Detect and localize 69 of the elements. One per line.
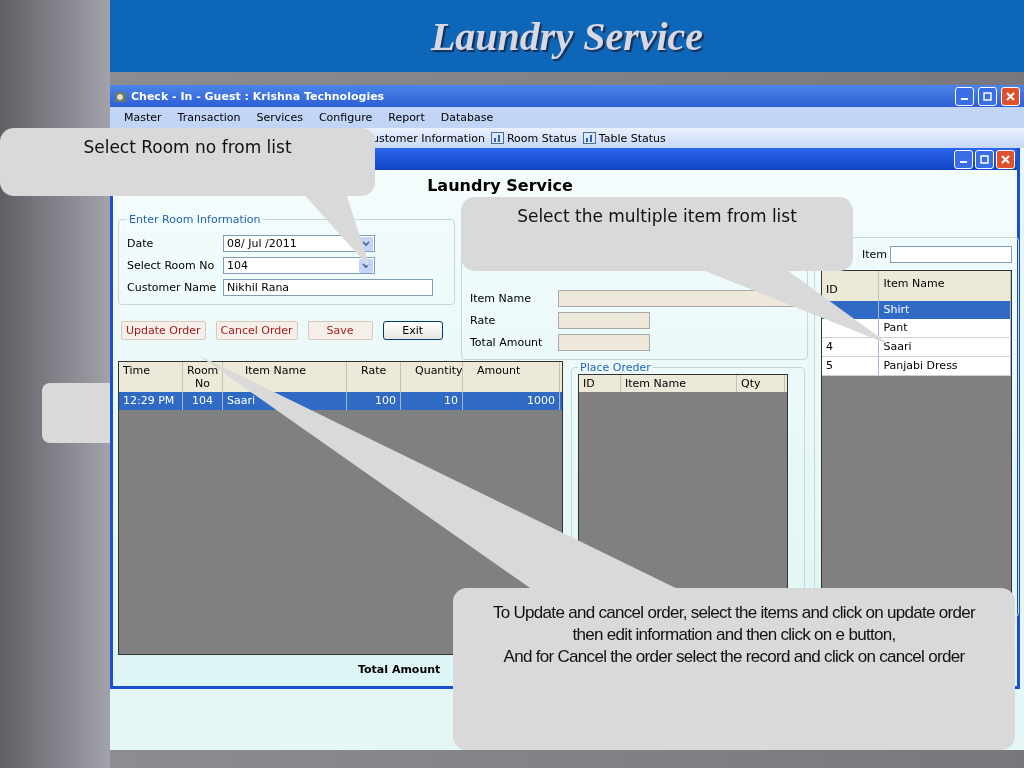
menu-item[interactable]: Services	[250, 111, 309, 124]
field-label: Item Name	[470, 292, 532, 305]
table-cell: 10	[401, 392, 463, 410]
maximize-icon	[983, 91, 992, 101]
total-amount-label: Total Amount	[358, 663, 442, 676]
menu-item[interactable]: Transaction	[171, 111, 247, 124]
column-header[interactable]: Qty	[737, 375, 785, 392]
list-row[interactable]: 5 Panjabi Dress	[822, 357, 1011, 376]
minimize-icon	[960, 160, 967, 163]
minimize-button[interactable]	[954, 149, 973, 169]
close-button[interactable]	[996, 149, 1015, 169]
chart-icon	[490, 132, 504, 144]
callout-text: Select the multiple item from list	[516, 206, 798, 226]
list-row[interactable]: Shirt	[822, 301, 1011, 319]
table-cell: Panjabi Dress	[879, 357, 1011, 375]
form-heading: Laundry Service	[426, 177, 574, 194]
list-row[interactable]: 4 Saari	[822, 338, 1011, 357]
toolbar-item[interactable]: ustomer Information	[372, 131, 485, 145]
close-icon	[1001, 154, 1010, 164]
table-row[interactable]: 12:29 PM 104 Saari 100 10 1000	[119, 392, 562, 410]
input-field[interactable]	[558, 290, 794, 307]
app-icon	[114, 89, 127, 103]
table-cell: 1000	[463, 392, 560, 410]
field-label: Select Room No	[127, 259, 216, 272]
table-cell: 104	[183, 392, 223, 410]
close-button[interactable]	[1001, 86, 1020, 106]
group-legend: Enter Room Information	[127, 213, 263, 226]
field-label: Date	[127, 237, 155, 250]
field-label: Item	[861, 248, 887, 261]
action-button[interactable]: Save	[307, 321, 373, 340]
field-label: Rate	[470, 314, 497, 327]
action-button[interactable]: Update Order	[121, 321, 206, 340]
callout-text: Select Room no from list	[82, 137, 293, 157]
group-legend: Place Oreder	[578, 361, 653, 374]
input-field[interactable]: Nikhil Rana	[223, 279, 433, 296]
column-header[interactable]: ID	[579, 375, 621, 392]
chart-icon	[582, 132, 596, 144]
callout-text: And for Cancel the order select the record and click on cancel order	[502, 646, 966, 669]
dropdown-field[interactable]: 08/ Jul /2011	[223, 235, 375, 252]
list-row[interactable]: Pant	[822, 319, 1011, 338]
menu-item[interactable]: Database	[434, 111, 500, 124]
table-cell: 5	[826, 359, 833, 372]
maximize-icon	[980, 154, 989, 164]
table-cell: Pant	[879, 319, 1011, 337]
minimize-button[interactable]	[955, 86, 974, 106]
toolbar-item[interactable]: Room Status	[490, 131, 577, 145]
close-icon	[1006, 91, 1015, 101]
menu-item[interactable]: Master	[118, 111, 168, 124]
window-title: Check - In - Guest : Krishna Technologies	[131, 89, 386, 103]
exit-button[interactable]: Exit	[382, 321, 443, 340]
menu-item[interactable]: Report	[382, 111, 431, 124]
toolbar-item[interactable]: Table Status	[582, 131, 666, 145]
field-label: Total Amount	[470, 336, 544, 349]
minimize-icon	[961, 97, 968, 100]
column-header[interactable]: Item Name	[621, 375, 737, 392]
slide-title: Laundry Service	[430, 12, 704, 60]
maximize-button[interactable]	[978, 86, 997, 106]
action-button[interactable]: Cancel Order	[215, 321, 298, 340]
callout-text: To Update and cancel order, select the items and click on update order then edit information and then click on e button,	[491, 602, 977, 647]
dropdown-field[interactable]: 104	[223, 257, 375, 274]
input-field[interactable]	[558, 334, 650, 351]
field-label: Customer Name	[127, 281, 218, 294]
menu-item[interactable]: Configure	[312, 111, 379, 124]
table-cell: 100	[347, 392, 401, 410]
maximize-button[interactable]	[975, 149, 994, 169]
search-field[interactable]	[890, 246, 1012, 263]
table-cell: 4	[826, 340, 833, 353]
input-field[interactable]	[558, 312, 650, 329]
table-cell: 12:29 PM	[119, 392, 183, 410]
